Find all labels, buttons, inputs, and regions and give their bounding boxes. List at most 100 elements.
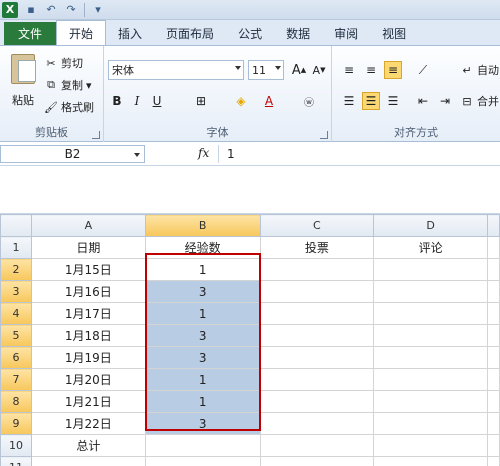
cell-a4[interactable]: 1月17日 — [30, 302, 146, 325]
cell-e1[interactable] — [486, 236, 500, 259]
cell-c3[interactable] — [259, 280, 375, 303]
cell-b6[interactable]: 3 — [144, 346, 261, 369]
cell-c7[interactable] — [259, 368, 375, 391]
cell-d2[interactable] — [373, 258, 488, 281]
row-header[interactable]: 1 — [0, 236, 32, 259]
cell-d9[interactable] — [373, 412, 488, 435]
cell-e11[interactable] — [486, 456, 500, 466]
undo-icon[interactable]: ↶ — [44, 3, 58, 17]
cell-b5[interactable]: 3 — [144, 324, 261, 347]
cell-e6[interactable] — [486, 346, 500, 369]
row-header[interactable]: 6 — [0, 346, 32, 369]
cell-a10[interactable]: 总计 — [30, 434, 146, 457]
fill-color-icon[interactable]: ◈ — [232, 92, 250, 110]
column-header-d[interactable]: D — [373, 214, 488, 237]
shrink-font-icon[interactable]: A ▼ — [310, 61, 328, 79]
font-size-select[interactable]: 11 — [248, 60, 284, 80]
copy-button[interactable]: ⧉ 复制 ▾ — [44, 76, 91, 94]
format-painter-button[interactable]: 🖌 格式刷 — [44, 98, 94, 116]
dialog-launcher-icon[interactable] — [320, 131, 328, 139]
orientation-icon[interactable]: ⟋ — [414, 61, 432, 79]
font-name-select[interactable]: 宋体 — [108, 60, 244, 80]
column-header-c[interactable]: C — [259, 214, 375, 237]
row-header[interactable]: 7 — [0, 368, 32, 391]
cell-a9[interactable]: 1月22日 — [30, 412, 146, 435]
row-header[interactable]: 10 — [0, 434, 32, 457]
cell-e9[interactable] — [486, 412, 500, 435]
cell-c11[interactable] — [259, 456, 375, 466]
cell-b8[interactable]: 1 — [144, 390, 261, 413]
align-right-icon[interactable]: ☰ — [384, 92, 402, 110]
cell-d10[interactable] — [373, 434, 488, 457]
cell-d3[interactable] — [373, 280, 488, 303]
cell-e5[interactable] — [486, 324, 500, 347]
redo-icon[interactable]: ↷ — [64, 3, 78, 17]
select-all-corner[interactable] — [0, 214, 32, 237]
font-color-icon[interactable]: A — [260, 92, 278, 110]
cell-b9[interactable]: 3 — [144, 412, 261, 435]
cell-b11[interactable] — [144, 456, 261, 466]
cell-a11[interactable] — [30, 456, 146, 466]
cell-c2[interactable] — [259, 258, 375, 281]
cell-d5[interactable] — [373, 324, 488, 347]
insert-function-icon[interactable]: fx — [198, 146, 209, 160]
cell-c9[interactable] — [259, 412, 375, 435]
dialog-launcher-icon[interactable] — [92, 131, 100, 139]
row-header[interactable]: 8 — [0, 390, 32, 413]
row-header[interactable]: 4 — [0, 302, 32, 325]
align-left-icon[interactable]: ☰ — [340, 92, 358, 110]
cell-a3[interactable]: 1月16日 — [30, 280, 146, 303]
cell-c6[interactable] — [259, 346, 375, 369]
cell-a7[interactable]: 1月20日 — [30, 368, 146, 391]
bold-icon[interactable]: B — [108, 92, 126, 110]
cell-d1[interactable]: 评论 — [373, 236, 488, 259]
cell-d4[interactable] — [373, 302, 488, 325]
cell-e2[interactable] — [486, 258, 500, 281]
cell-b10[interactable] — [144, 434, 261, 457]
wrap-text-button[interactable]: ↵ 自动 — [460, 61, 499, 79]
align-middle-icon[interactable]: ≡ — [362, 61, 380, 79]
cell-c1[interactable]: 投票 — [259, 236, 375, 259]
cell-d6[interactable] — [373, 346, 488, 369]
cut-button[interactable]: ✂ 剪切 — [44, 54, 83, 72]
align-top-icon[interactable]: ≡ — [340, 61, 358, 79]
cell-c5[interactable] — [259, 324, 375, 347]
tab-file[interactable]: 文件 — [4, 22, 57, 45]
row-header[interactable]: 2 — [0, 258, 32, 281]
tab-formulas[interactable]: 公式 — [226, 21, 274, 45]
tab-home[interactable]: 开始 — [56, 20, 107, 45]
cell-b2[interactable]: 1 — [144, 258, 261, 281]
tab-view[interactable]: 视图 — [370, 21, 418, 45]
borders-icon[interactable]: ⊞ — [192, 92, 210, 110]
cell-a2[interactable]: 1月15日 — [30, 258, 146, 281]
decrease-indent-icon[interactable]: ⇤ — [414, 92, 432, 110]
cell-c10[interactable] — [259, 434, 375, 457]
row-header[interactable]: 5 — [0, 324, 32, 347]
cell-b3[interactable]: 3 — [144, 280, 261, 303]
underline-icon[interactable]: U — [148, 92, 166, 110]
name-box[interactable]: B2 — [0, 145, 145, 163]
tab-insert[interactable]: 插入 — [106, 21, 154, 45]
customize-icon[interactable]: ▾ — [91, 3, 105, 17]
row-header[interactable]: 3 — [0, 280, 32, 303]
cell-d11[interactable] — [373, 456, 488, 466]
cell-e7[interactable] — [486, 368, 500, 391]
tab-data[interactable]: 数据 — [274, 21, 322, 45]
cell-e8[interactable] — [486, 390, 500, 413]
save-icon[interactable]: ▪ — [24, 3, 38, 17]
row-header[interactable]: 9 — [0, 412, 32, 435]
cell-a1[interactable]: 日期 — [30, 236, 146, 259]
phonetic-icon[interactable]: ⓦ — [300, 92, 318, 110]
formula-input[interactable]: 1 — [218, 145, 500, 163]
paste-button[interactable]: 粘贴 — [6, 54, 40, 110]
column-header-e[interactable] — [486, 214, 500, 237]
cell-b7[interactable]: 1 — [144, 368, 261, 391]
column-header-a[interactable]: A — [30, 214, 146, 237]
tab-review[interactable]: 审阅 — [322, 21, 370, 45]
merge-button[interactable]: ⊟ 合并 — [460, 92, 499, 110]
align-center-icon[interactable]: ☰ — [362, 92, 380, 110]
cell-d7[interactable] — [373, 368, 488, 391]
cell-a8[interactable]: 1月21日 — [30, 390, 146, 413]
grow-font-icon[interactable]: A ▲ — [290, 61, 308, 79]
cell-a6[interactable]: 1月19日 — [30, 346, 146, 369]
